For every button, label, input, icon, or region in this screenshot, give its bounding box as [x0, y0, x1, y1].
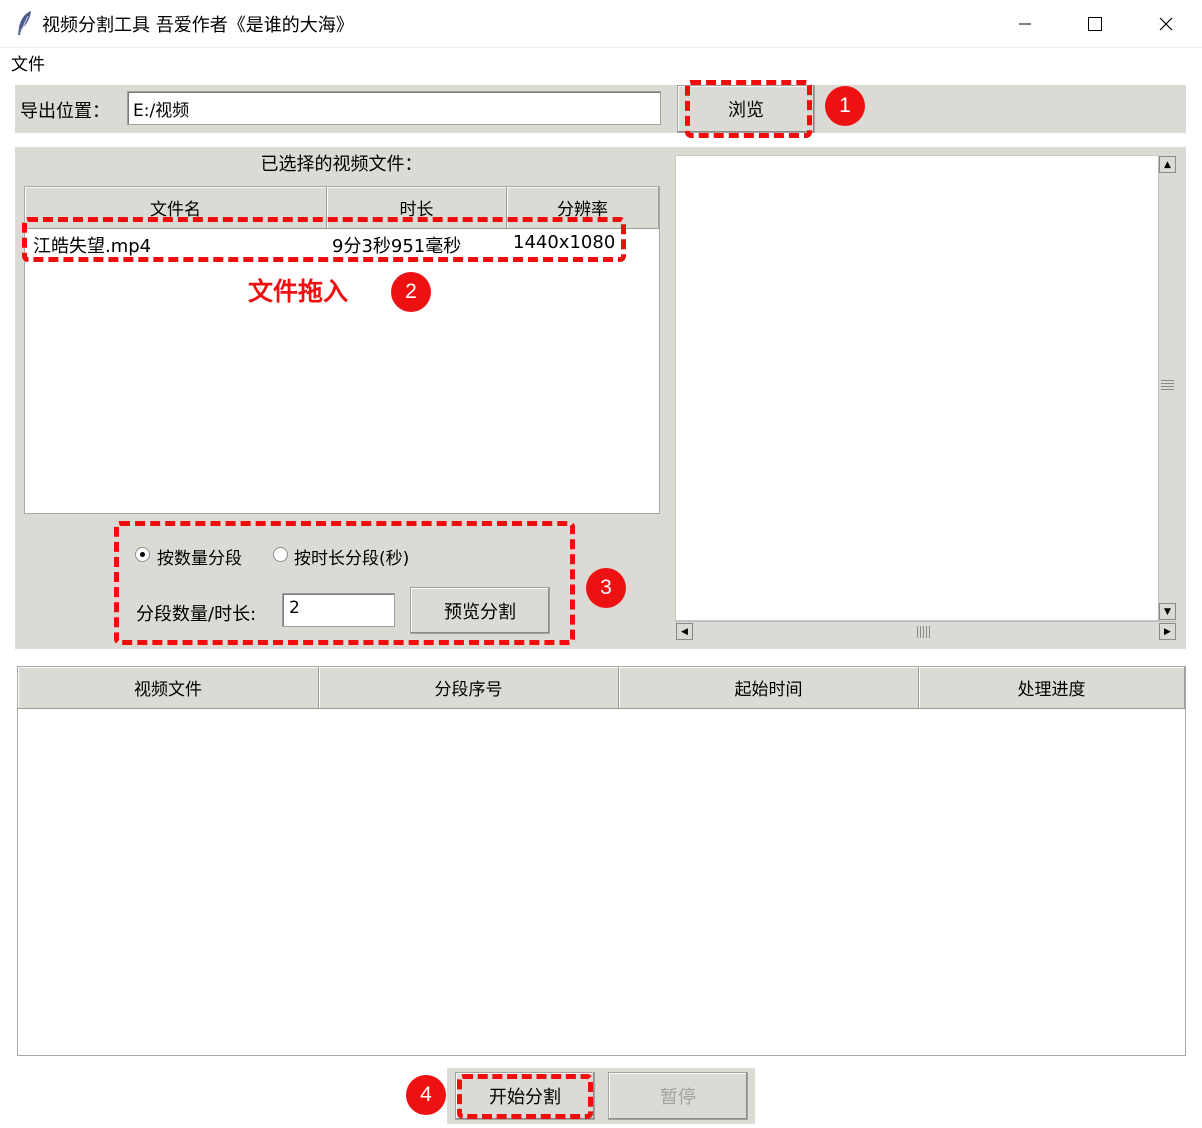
annotation-step-4: 4 [406, 1075, 446, 1115]
annotation-box-options [114, 521, 575, 645]
annotation-step-1: 1 [825, 86, 865, 126]
selected-files-title: 已选择的视频文件： [260, 154, 423, 175]
preview-canvas[interactable] [675, 155, 1159, 621]
window-title: 视频分割工具 吾爱作者《是谁的大海》 [42, 15, 354, 36]
annotation-step-3: 3 [586, 568, 626, 608]
column-header-segment-index[interactable]: 分段序号 [319, 667, 619, 709]
pause-button[interactable]: 暂停 [608, 1072, 748, 1120]
scroll-left-arrow-icon[interactable]: ◀ [676, 623, 693, 640]
feather-icon [16, 10, 34, 36]
menu-bar [0, 47, 1202, 75]
export-label: 导出位置： [20, 101, 110, 122]
column-header-progress[interactable]: 处理进度 [919, 667, 1185, 709]
maximize-button[interactable] [1060, 0, 1130, 47]
horizontal-scroll-grip-icon[interactable] [917, 626, 931, 638]
minimize-button[interactable] [990, 0, 1060, 47]
close-button[interactable] [1131, 0, 1201, 47]
annotation-box-start [457, 1074, 593, 1119]
scroll-down-arrow-icon[interactable]: ▼ [1159, 603, 1176, 620]
annotation-box-file-row [22, 217, 626, 262]
menu-item-file[interactable]: 文件 [11, 50, 45, 75]
annotation-drag-note: 文件拖入 [248, 277, 349, 306]
annotation-box-browse [685, 80, 812, 138]
vertical-scroll-grip-icon[interactable] [1161, 380, 1174, 392]
scroll-right-arrow-icon[interactable]: ▶ [1159, 623, 1176, 640]
column-header-start-time[interactable]: 起始时间 [619, 667, 919, 709]
export-path-input[interactable]: E:/视频 [127, 91, 661, 125]
scroll-up-arrow-icon[interactable]: ▲ [1159, 156, 1176, 173]
column-header-video-file[interactable]: 视频文件 [18, 667, 319, 709]
annotation-step-2: 2 [391, 272, 431, 312]
results-list[interactable] [17, 666, 1186, 1056]
